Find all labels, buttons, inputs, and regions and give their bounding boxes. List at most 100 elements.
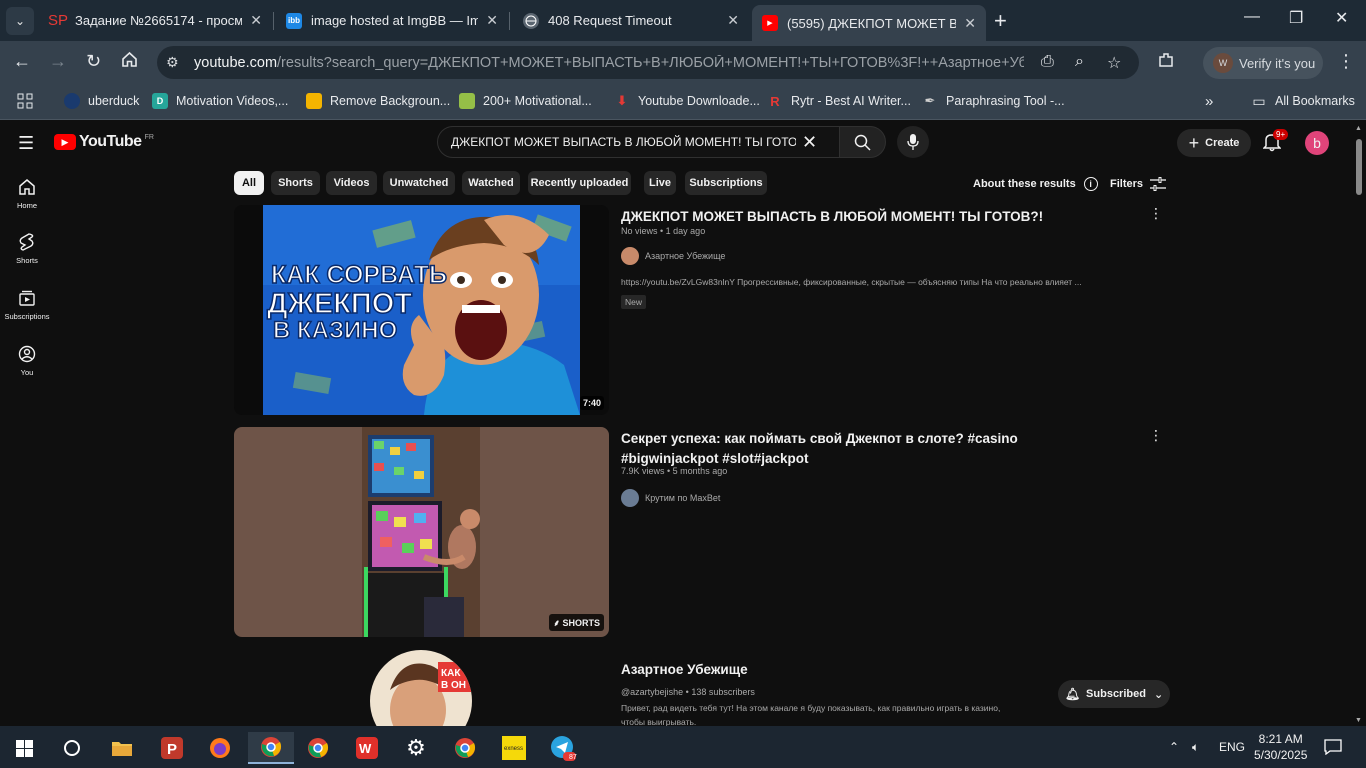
short-thumbnail[interactable]: ⸙ SHORTS <box>234 427 609 637</box>
more-actions-icon[interactable]: ⋮ <box>1149 427 1163 444</box>
page-scrollbar[interactable]: ▲ ▼ <box>1352 121 1366 726</box>
video-title[interactable]: Секрет успеха: как поймать свой Джекпот … <box>621 429 1111 469</box>
input-language[interactable]: ENG <box>1219 726 1245 768</box>
search-input[interactable] <box>451 135 796 149</box>
about-results-button[interactable]: About these results i <box>973 177 1098 191</box>
notifications-center-icon[interactable] <box>1324 726 1342 768</box>
bookmark-item[interactable]: ✒ Paraphrasing Tool -... <box>922 93 1065 109</box>
install-app-icon[interactable]: ⎙ <box>1041 53 1054 71</box>
video-thumbnail[interactable]: КАК СОРВАТЬ ДЖЕКПОТ В КАЗИНО 7:40 <box>234 205 609 415</box>
search-button[interactable] <box>839 126 886 158</box>
create-button[interactable]: + Create <box>1177 129 1251 157</box>
address-bar[interactable]: ⚙ youtube.com/results?search_query=ДЖЕКП… <box>157 46 1139 79</box>
telegram-unread-badge: 87 <box>569 754 577 761</box>
telegram-icon[interactable]: 87 <box>543 732 583 764</box>
browser-menu-icon[interactable]: ⋮ <box>1337 51 1355 72</box>
guide-item-you[interactable]: You <box>0 345 54 377</box>
thumbnail-image: КАК СОРВАТЬ ДЖЕКПОТ В КАЗИНО <box>234 205 609 415</box>
settings-gear-icon[interactable]: ⚙ <box>396 732 436 764</box>
channel-result: КАК В ОН Азартное Убежище @azartybejishe… <box>234 648 1174 752</box>
firefox-icon[interactable] <box>200 732 240 764</box>
more-bookmarks-button[interactable]: » <box>1205 93 1213 110</box>
app-icon-p[interactable]: P <box>152 732 192 764</box>
bookmark-item[interactable]: ⬇ Youtube Downloade... <box>614 93 760 109</box>
taskbar-clock[interactable]: 8:21 AM 5/30/2025 <box>1254 731 1307 763</box>
bookmark-item[interactable]: 200+ Motivational... <box>459 93 592 109</box>
voice-search-button[interactable] <box>897 126 929 158</box>
youtube-play-icon: ▶ <box>54 134 76 150</box>
file-explorer-icon[interactable] <box>102 732 142 764</box>
download-arrow-icon: ⬇ <box>616 93 628 108</box>
bookmark-item[interactable]: D Motivation Videos,... <box>152 93 288 109</box>
new-tab-button[interactable]: + <box>994 8 1007 34</box>
filters-button[interactable]: Filters <box>1110 177 1167 191</box>
bookmark-star-icon[interactable]: ☆ <box>1107 53 1121 73</box>
browser-tab-active[interactable]: ▶ (5595) ДЖЕКПОТ МОЖЕТ ВЫПАСТЬ ✕ <box>752 5 986 41</box>
chip-watched[interactable]: Watched <box>462 171 520 195</box>
scroll-up-icon[interactable]: ▲ <box>1355 125 1362 132</box>
tab-close-icon[interactable]: ✕ <box>727 12 739 29</box>
clear-search-icon[interactable]: ✕ <box>802 132 817 153</box>
svg-text:В ОН: В ОН <box>441 680 466 691</box>
guide-item-shorts[interactable]: Shorts <box>0 233 54 265</box>
more-actions-icon[interactable]: ⋮ <box>1149 205 1163 222</box>
channel-link[interactable]: Крутим по MaxBet <box>621 489 720 507</box>
exness-icon[interactable]: exness <box>494 732 534 764</box>
chip-all[interactable]: All <box>234 171 264 195</box>
chip-videos[interactable]: Videos <box>326 171 377 195</box>
url-text[interactable]: youtube.com/results?search_query=ДЖЕКПОТ… <box>194 55 1024 71</box>
bookmark-item[interactable]: Remove Backgroun... <box>306 93 450 109</box>
minimize-button[interactable]: — <box>1244 8 1260 26</box>
channel-link[interactable]: Азартное Убежище <box>621 247 725 265</box>
video-title[interactable]: ДЖЕКПОТ МОЖЕТ ВЫПАСТЬ В ЛЮБОЙ МОМЕНТ! ТЫ… <box>621 207 1111 227</box>
chip-unwatched[interactable]: Unwatched <box>383 171 455 195</box>
chrome-profile-icon[interactable] <box>248 732 294 764</box>
forward-button[interactable]: → <box>49 51 67 72</box>
channel-name[interactable]: Азартное Убежище <box>621 660 1111 680</box>
search-taskbar-button[interactable] <box>52 732 92 764</box>
close-window-button[interactable]: ✕ <box>1335 8 1348 28</box>
guide-item-home[interactable]: Home <box>0 178 54 210</box>
bookmark-item[interactable]: uberduck <box>64 93 139 109</box>
back-button[interactable]: ← <box>13 51 31 72</box>
restore-button[interactable]: ❐ <box>1289 8 1303 28</box>
notifications-button[interactable]: 9+ <box>1262 129 1289 157</box>
tab-close-icon[interactable]: ✕ <box>486 12 498 29</box>
profile-verify-button[interactable]: W Verify it's you <box>1203 47 1323 79</box>
site-info-icon[interactable]: ⚙ <box>166 54 188 71</box>
home-button[interactable] <box>121 51 138 73</box>
wps-office-icon[interactable]: W <box>347 732 387 764</box>
chip-shorts[interactable]: Shorts <box>271 171 320 195</box>
chip-subscriptions[interactable]: Subscriptions <box>685 171 767 195</box>
browser-tab[interactable]: 408 Request Timeout ✕ <box>513 0 749 41</box>
guide-menu-icon[interactable]: ☰ <box>18 133 34 154</box>
youtube-logo[interactable]: ▶ YouTube FR <box>54 133 154 151</box>
guide-item-subscriptions[interactable]: Subscriptions <box>0 289 54 321</box>
browser-tab[interactable]: ibb image hosted at ImgBB — ImgBB ✕ <box>276 0 508 41</box>
tab-search-button[interactable]: ⌄ <box>6 7 34 35</box>
scrollbar-thumb[interactable] <box>1356 139 1362 195</box>
chrome-alt-icon[interactable] <box>445 732 485 764</box>
tab-close-icon[interactable]: ✕ <box>964 15 976 32</box>
bookmark-item[interactable]: R Rytr - Best AI Writer... <box>767 93 911 109</box>
chrome-icon[interactable] <box>298 732 338 764</box>
tab-favicon-ibb: ibb <box>286 12 302 29</box>
tab-close-icon[interactable]: ✕ <box>250 12 262 29</box>
zoom-search-icon[interactable]: ⌕ <box>1075 53 1084 71</box>
volume-icon[interactable]: 🔈︎ <box>1192 726 1199 768</box>
browser-toolbar: ← → ↻ ⚙ youtube.com/results?search_query… <box>0 41 1366 85</box>
reload-button[interactable]: ↻ <box>86 51 101 72</box>
subscribed-button[interactable]: 🔔︎ Subscribed ⌄ <box>1058 680 1170 708</box>
extensions-icon[interactable] <box>1157 51 1175 74</box>
tab-title: Задание №2665174 - просмотр <box>75 13 243 28</box>
browser-tab[interactable]: SP Задание №2665174 - просмотр ✕ <box>40 0 272 41</box>
chip-live[interactable]: Live <box>644 171 676 195</box>
all-bookmarks-button[interactable]: ▭ All Bookmarks <box>1251 93 1355 109</box>
scroll-down-icon[interactable]: ▼ <box>1355 717 1362 724</box>
show-hidden-icons[interactable]: ⌃ <box>1169 726 1179 768</box>
chip-recently-uploaded[interactable]: Recently uploaded <box>528 171 631 195</box>
shopify-icon <box>459 93 475 109</box>
apps-grid-icon[interactable] <box>17 93 33 109</box>
account-avatar[interactable]: b <box>1305 131 1329 155</box>
start-button[interactable] <box>4 732 44 764</box>
